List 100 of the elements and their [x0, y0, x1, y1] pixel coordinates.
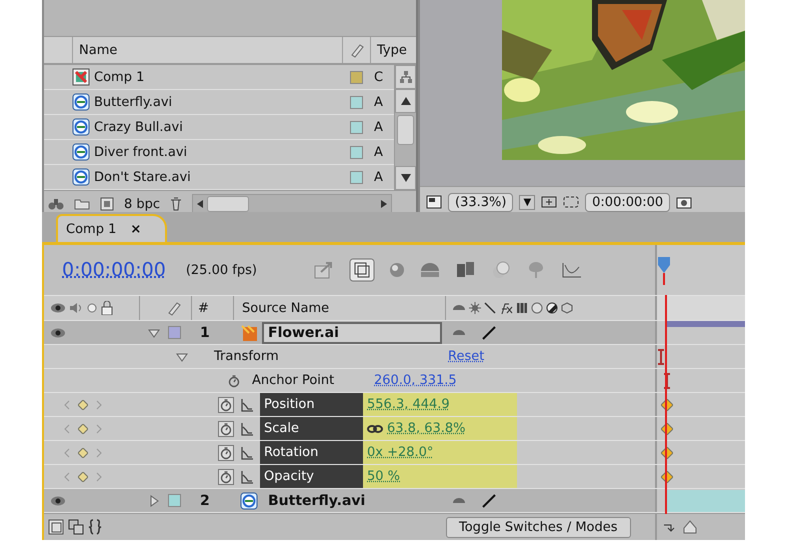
reset-link[interactable]: Reset — [448, 349, 484, 364]
property-name[interactable]: Position — [260, 393, 363, 416]
property-name[interactable]: Scale — [260, 417, 363, 440]
label-swatch[interactable] — [350, 96, 362, 108]
graph-editor-icon[interactable] — [560, 261, 583, 279]
composition-icon[interactable] — [72, 68, 90, 86]
timecode-button[interactable]: 0:00:00:00 — [585, 192, 670, 212]
binoculars-icon[interactable] — [48, 197, 64, 211]
property-name[interactable]: Anchor Point — [248, 369, 370, 392]
property-value[interactable]: 0x +28.0° — [367, 445, 434, 460]
sphere-icon[interactable] — [388, 262, 405, 278]
stopwatch-icon[interactable] — [226, 372, 242, 388]
twirl-icon[interactable] — [148, 494, 160, 506]
item-name[interactable]: Don't Stare.avi — [94, 170, 191, 184]
composition-icon[interactable] — [100, 197, 114, 211]
item-name[interactable]: Diver front.avi — [94, 144, 188, 160]
speaker-icon[interactable] — [69, 301, 83, 315]
flowchart-icon[interactable] — [398, 70, 412, 84]
twirl-icon[interactable] — [148, 326, 160, 338]
adjustment-icon[interactable] — [546, 302, 558, 314]
tab-label[interactable]: Comp 1 — [66, 222, 116, 236]
panel-icon[interactable] — [48, 519, 64, 535]
label-swatch[interactable] — [350, 170, 362, 184]
item-name[interactable]: Crazy Bull.avi — [94, 120, 183, 134]
twirl-icon[interactable] — [176, 350, 188, 362]
layer-name[interactable]: Flower.ai — [262, 322, 442, 344]
slash-icon[interactable] — [484, 302, 496, 314]
layer-name[interactable]: Butterfly.avi — [262, 490, 442, 512]
current-time[interactable]: 0:00:00:00 — [62, 259, 166, 281]
label-swatch[interactable] — [168, 494, 181, 507]
column-header[interactable]: Type — [370, 37, 416, 63]
lock-icon[interactable] — [101, 301, 113, 315]
column-header[interactable]: # — [198, 300, 209, 316]
graph-icon[interactable] — [240, 470, 254, 484]
stopwatch-icon[interactable] — [218, 444, 234, 460]
keyframe-icon[interactable] — [78, 472, 88, 482]
label-swatch[interactable] — [350, 70, 362, 84]
comp-mini-flowchart-icon[interactable] — [348, 258, 375, 282]
cube-icon[interactable] — [561, 302, 573, 314]
shy-icon[interactable] — [418, 261, 441, 279]
property-name[interactable]: Rotation — [260, 441, 363, 464]
toggle-switches-modes-button[interactable]: Toggle Switches / Modes — [446, 516, 631, 538]
video-file-icon[interactable] — [240, 492, 258, 510]
link-icon[interactable] — [367, 424, 383, 434]
in-out-marker-icon[interactable] — [657, 348, 665, 364]
in-out-marker-icon[interactable] — [663, 372, 671, 388]
graph-icon[interactable] — [240, 446, 254, 460]
scrollbar-thumb[interactable] — [397, 115, 414, 145]
film-icon[interactable] — [516, 302, 528, 314]
composition-tab[interactable]: Comp 1 × — [56, 214, 168, 242]
item-name[interactable]: Butterfly.avi — [94, 94, 172, 110]
quality-icon[interactable] — [482, 494, 496, 508]
overlap-icon[interactable] — [68, 519, 84, 535]
color-depth-label[interactable]: 8 bpc — [124, 196, 160, 212]
label-swatch[interactable] — [168, 326, 181, 339]
video-file-icon[interactable] — [72, 143, 90, 161]
frame-blending-icon[interactable] — [454, 261, 477, 279]
stopwatch-icon[interactable] — [218, 468, 234, 484]
sun-icon[interactable] — [469, 302, 481, 314]
label-swatch[interactable] — [350, 146, 362, 158]
label-tag-icon[interactable] — [166, 300, 182, 316]
property-value[interactable]: 556.3, 444.9 — [367, 397, 450, 412]
stopwatch-icon[interactable] — [218, 396, 234, 412]
dropdown-button[interactable]: ▼ — [519, 194, 536, 210]
property-value[interactable]: 63.8, 63.8% — [387, 421, 466, 436]
column-header[interactable]: Name — [72, 37, 342, 63]
zoom-slider-thumb-icon[interactable] — [683, 520, 697, 534]
monitor-icon[interactable] — [426, 195, 442, 209]
trash-icon[interactable] — [170, 197, 182, 211]
down-arrow-icon[interactable] — [400, 174, 410, 182]
eye-icon[interactable] — [50, 494, 66, 506]
keyframe-icon[interactable] — [78, 448, 88, 458]
video-file-icon[interactable] — [72, 93, 90, 111]
stopwatch-icon[interactable] — [218, 420, 234, 436]
magnification-button[interactable]: (33.3%) — [448, 192, 514, 212]
close-icon[interactable]: × — [130, 222, 142, 236]
folder-icon[interactable] — [74, 198, 90, 210]
camera-icon[interactable] — [676, 195, 692, 209]
property-name[interactable]: Opacity — [260, 465, 363, 488]
quality-icon[interactable] — [482, 326, 496, 340]
horizontal-scrollbar[interactable] — [192, 194, 392, 214]
group-name[interactable]: Transform — [214, 349, 279, 364]
property-value[interactable]: 260.0, 331.5 — [374, 373, 457, 388]
effects-icon[interactable] — [499, 302, 513, 314]
video-file-icon[interactable] — [72, 118, 90, 136]
item-name[interactable]: Comp 1 — [94, 70, 144, 84]
graph-icon[interactable] — [240, 422, 254, 436]
up-arrow-icon[interactable] — [400, 97, 410, 105]
column-header[interactable]: Source Name — [242, 300, 330, 316]
export-icon[interactable] — [312, 260, 335, 280]
vertical-scrollbar[interactable] — [394, 65, 416, 190]
time-ruler[interactable] — [655, 296, 745, 320]
zoom-out-icon[interactable] — [663, 522, 675, 532]
graph-icon[interactable] — [240, 398, 254, 412]
keyframe-icon[interactable] — [78, 424, 88, 434]
braces-icon[interactable] — [88, 519, 102, 535]
solo-icon[interactable] — [86, 302, 98, 314]
label-tag-icon[interactable] — [349, 42, 365, 58]
eye-icon[interactable] — [50, 302, 66, 314]
label-swatch[interactable] — [350, 120, 362, 134]
